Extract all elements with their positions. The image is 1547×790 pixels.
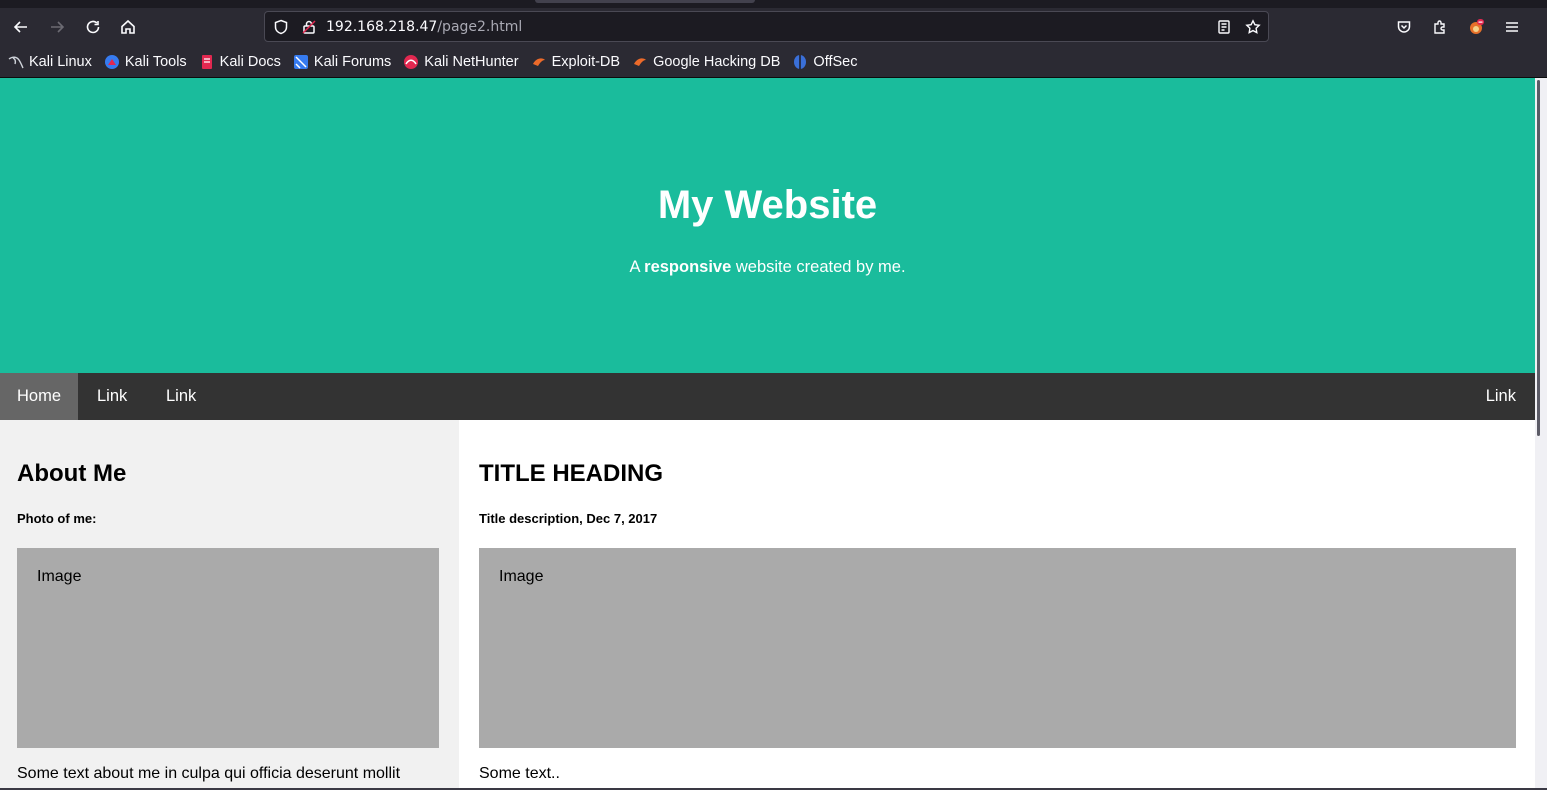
url-text[interactable]: 192.168.218.47/page2.html — [326, 19, 522, 35]
bookmark-kali-tools[interactable]: Kali Tools — [104, 54, 187, 70]
scrollbar-thumb[interactable] — [1537, 80, 1540, 436]
nav-link-2[interactable]: Link — [149, 373, 213, 420]
url-bar[interactable]: 192.168.218.47/page2.html — [264, 11, 1269, 42]
kali-nethunter-icon — [403, 54, 419, 70]
about-text: Some text about me in culpa qui officia … — [17, 765, 401, 782]
about-heading: About Me — [17, 460, 127, 487]
puzzle-icon — [1434, 20, 1445, 34]
bookmarks-bar: Kali Linux Kali Tools Kali Docs Kali For… — [0, 46, 1547, 78]
nav-link-right[interactable]: Link — [1469, 373, 1533, 420]
tagline-suffix: website created by me. — [731, 258, 906, 276]
main-content: TITLE HEADING Title description, Dec 7, … — [459, 420, 1535, 789]
home-button[interactable] — [113, 12, 143, 42]
bookmark-star-icon[interactable] — [1245, 19, 1261, 35]
bookmark-google-hacking-db[interactable]: Google Hacking DB — [632, 54, 780, 70]
tagline-bold: responsive — [644, 258, 732, 276]
image-placeholder-label: Image — [499, 568, 544, 585]
site-title: My Website — [657, 183, 878, 227]
bookmark-label: Kali Docs — [219, 53, 281, 70]
nav-home-link[interactable]: Home — [0, 373, 79, 420]
exploit-db-icon — [531, 54, 547, 70]
reload-button[interactable] — [78, 12, 108, 42]
kali-forums-icon — [293, 54, 309, 70]
bookmark-exploit-db[interactable]: Exploit-DB — [531, 53, 621, 70]
tab-strip — [0, 0, 1547, 8]
fox-avatar-icon — [1470, 19, 1484, 34]
kali-tools-icon — [104, 54, 120, 70]
bookmark-label: Kali Tools — [124, 53, 187, 70]
page-viewport: My Website A responsive website created … — [0, 78, 1535, 789]
url-path: /page2.html — [437, 19, 523, 35]
bookmark-label: Kali NetHunter — [424, 53, 519, 70]
photo-caption: Photo of me: — [17, 511, 97, 526]
kali-dragon-icon — [8, 54, 24, 70]
page-scrollbar[interactable] — [1535, 78, 1547, 789]
bookmark-label: Kali Linux — [29, 53, 92, 70]
bookmark-label: Kali Forums — [313, 53, 392, 70]
pocket-button[interactable] — [1389, 12, 1419, 42]
image-placeholder-label: Image — [37, 568, 82, 585]
pocket-icon — [1397, 21, 1411, 33]
bookmark-offsec[interactable]: OffSec — [792, 54, 857, 70]
site-navbar: Home Link Link Link — [0, 373, 1535, 420]
bookmark-label: OffSec — [813, 53, 858, 70]
arrow-left-icon — [13, 21, 27, 33]
bookmark-kali-linux[interactable]: Kali Linux — [8, 54, 92, 70]
url-host: 192.168.218.47 — [326, 19, 438, 35]
profile-image-placeholder: Image — [17, 548, 439, 748]
insecure-lock-icon[interactable] — [301, 19, 317, 35]
nav-link-1[interactable]: Link — [80, 373, 144, 420]
reload-icon — [86, 20, 100, 34]
bookmark-kali-nethunter[interactable]: Kali NetHunter — [403, 53, 519, 70]
site-tagline: A responsive website created by me. — [0, 258, 1535, 277]
post-text: Some text.. — [479, 765, 560, 782]
active-tab[interactable] — [535, 0, 755, 3]
sidebar-about: About Me Photo of me: Image Some text ab… — [0, 420, 459, 789]
reader-view-icon[interactable] — [1216, 19, 1232, 35]
site-header: My Website A responsive website created … — [0, 78, 1535, 373]
ghdb-icon — [632, 54, 648, 70]
post-title: TITLE HEADING — [479, 460, 663, 487]
shield-icon[interactable] — [273, 19, 289, 35]
hamburger-menu-icon — [1506, 22, 1518, 32]
arrow-right-icon — [51, 21, 65, 33]
home-icon — [121, 19, 135, 34]
bookmark-label: Exploit-DB — [551, 53, 621, 70]
bookmark-kali-forums[interactable]: Kali Forums — [293, 54, 391, 70]
browser-toolbar: 192.168.218.47/page2.html — [0, 8, 1547, 46]
tagline-prefix: A — [629, 258, 645, 276]
post-description: Title description, Dec 7, 2017 — [479, 511, 658, 526]
profile-button[interactable] — [1461, 12, 1491, 42]
forward-button[interactable] — [42, 12, 72, 42]
bookmark-kali-docs[interactable]: Kali Docs — [199, 54, 281, 70]
post-image-placeholder: Image — [479, 548, 1516, 748]
bookmark-label: Google Hacking DB — [653, 53, 781, 70]
offsec-icon — [792, 54, 808, 70]
kali-docs-icon — [199, 54, 215, 70]
extensions-button[interactable] — [1425, 12, 1455, 42]
back-button[interactable] — [6, 12, 36, 42]
app-menu-button[interactable] — [1497, 12, 1527, 42]
